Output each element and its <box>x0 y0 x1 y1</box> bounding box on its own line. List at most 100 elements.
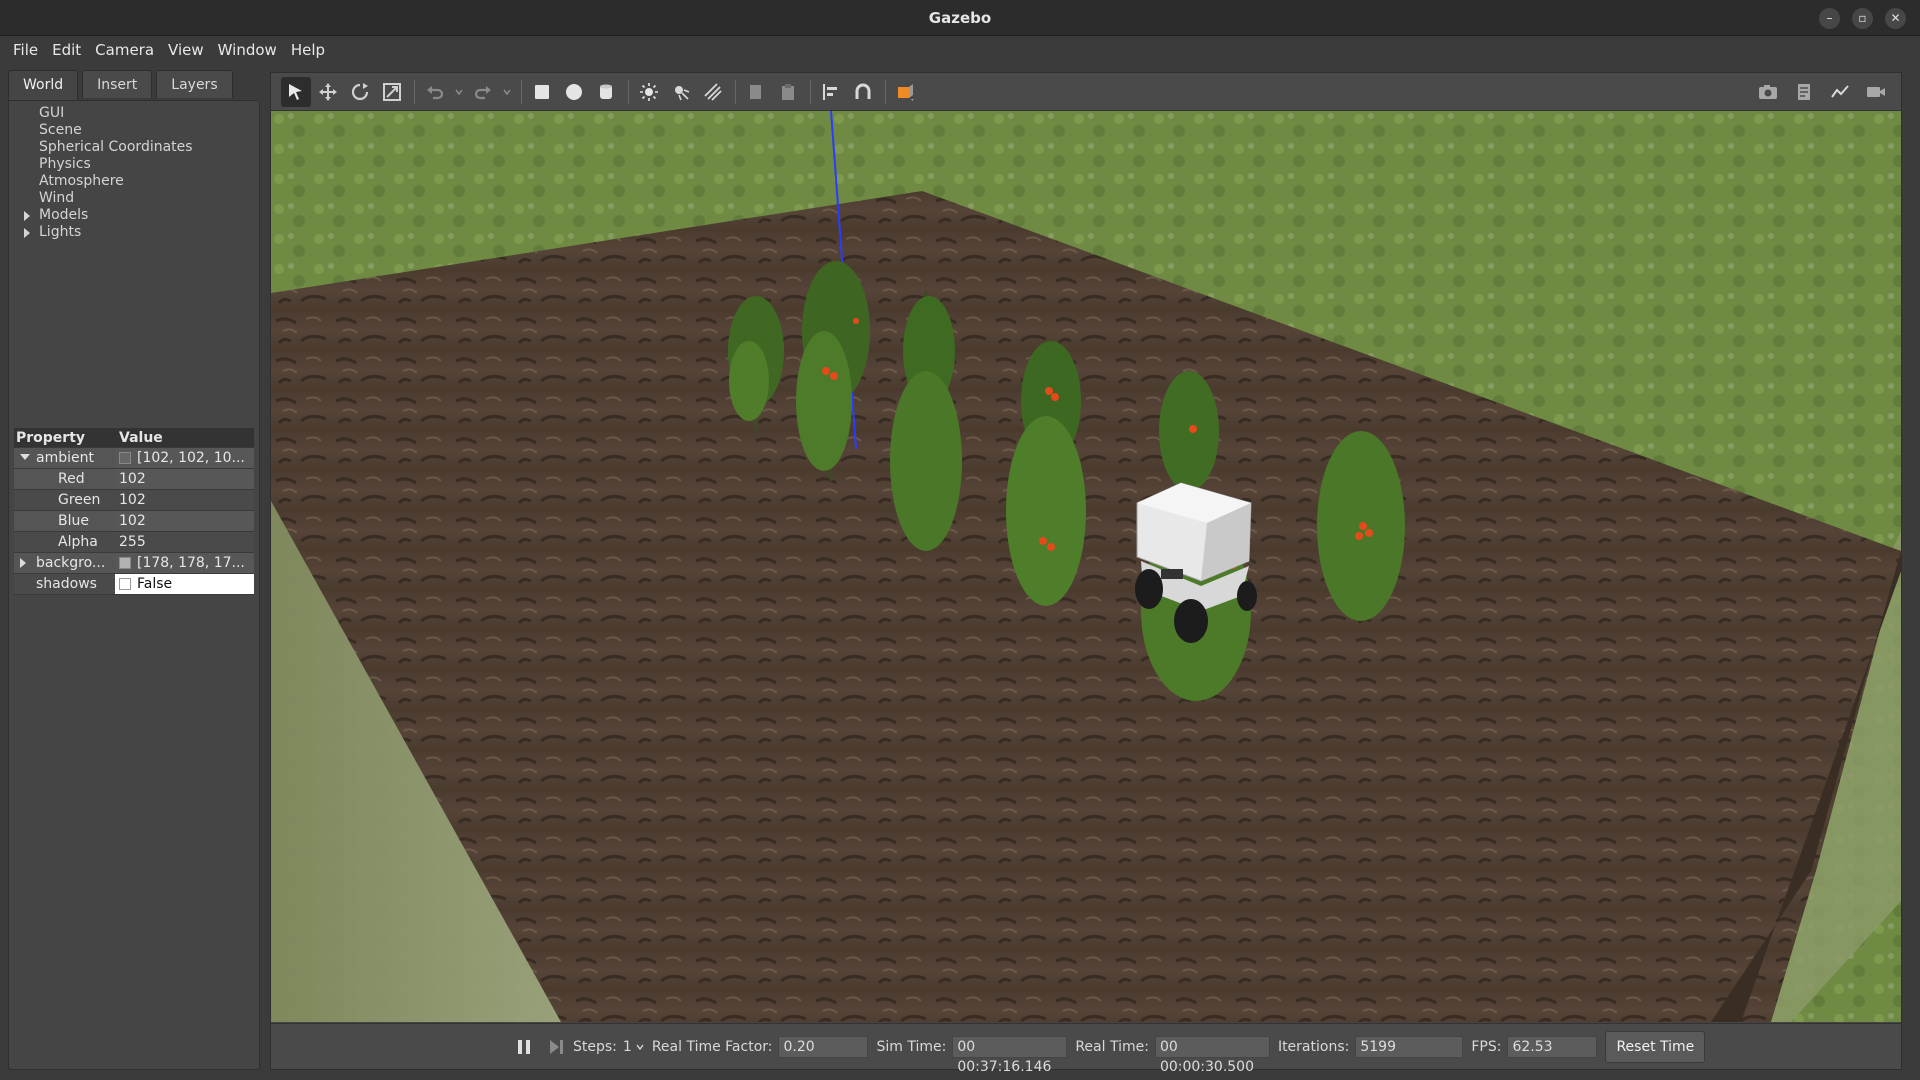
world-tree: GUI Scene Spherical Coordinates Physics … <box>9 101 259 241</box>
align-button[interactable] <box>816 77 846 107</box>
directional-light-button[interactable] <box>698 77 728 107</box>
pause-icon <box>518 1039 530 1054</box>
menu-help[interactable]: Help <box>284 41 332 59</box>
close-button[interactable]: ✕ <box>1885 8 1906 29</box>
tab-insert[interactable]: Insert <box>82 70 153 98</box>
steps-spinbox[interactable]: 1 <box>623 1039 644 1055</box>
scene-render <box>271 111 1901 1022</box>
copy-icon <box>750 84 761 99</box>
minimize-button[interactable]: – <box>1819 8 1840 29</box>
menu-camera[interactable]: Camera <box>88 41 161 59</box>
box-shape-button[interactable] <box>527 77 557 107</box>
log-button[interactable] <box>1789 77 1819 107</box>
menu-view[interactable]: View <box>161 41 211 59</box>
tree-item-lights[interactable]: Lights <box>9 224 259 241</box>
tree-item-gui[interactable]: GUI <box>9 105 259 122</box>
window-title: Gazebo <box>928 9 992 27</box>
align-icon <box>823 83 837 100</box>
cylinder-icon <box>600 84 612 99</box>
sim-time-value: 00 00:37:16.146 <box>952 1035 1068 1075</box>
3d-viewport[interactable] <box>271 111 1901 1022</box>
property-header: Property Value <box>14 428 254 448</box>
directional-light-icon <box>704 82 722 101</box>
title-bar: Gazebo – ▫ ✕ <box>0 0 1920 36</box>
pause-button[interactable] <box>509 1032 539 1062</box>
redo-button[interactable] <box>468 77 498 107</box>
tab-world[interactable]: World <box>8 70 79 100</box>
collapse-arrow-icon[interactable] <box>20 454 30 460</box>
sun-icon <box>640 82 658 101</box>
expand-arrow-icon[interactable] <box>24 228 30 238</box>
paste-button[interactable] <box>773 77 803 107</box>
tree-item-physics[interactable]: Physics <box>9 156 259 173</box>
property-table: Property Value ambient [102, 102, 10... … <box>14 428 254 595</box>
status-bar: Steps: 1 Real Time Factor: 0.20 Sim Time… <box>271 1023 1901 1075</box>
chevron-down-icon <box>455 89 463 95</box>
cursor-arrow-icon <box>289 83 302 100</box>
expand-arrow-icon[interactable] <box>24 211 30 221</box>
property-row-red[interactable]: Red 102 <box>14 469 254 490</box>
iterations-field: Iterations: 5199 <box>1278 1035 1464 1058</box>
tree-item-wind[interactable]: Wind <box>9 190 259 207</box>
render-window: Steps: 1 Real Time Factor: 0.20 Sim Time… <box>270 72 1902 1075</box>
move-arrows-icon <box>319 82 337 101</box>
tree-item-models[interactable]: Models <box>9 207 259 224</box>
video-camera-icon <box>1867 87 1885 97</box>
property-row-blue[interactable]: Blue 102 <box>14 511 254 532</box>
copy-button[interactable] <box>741 77 771 107</box>
header-property: Property <box>14 428 115 447</box>
header-value: Value <box>115 428 254 447</box>
undo-icon <box>427 85 444 99</box>
screenshot-button[interactable] <box>1753 77 1783 107</box>
menu-edit[interactable]: Edit <box>45 41 88 59</box>
sphere-shape-button[interactable] <box>559 77 589 107</box>
select-mode-button[interactable] <box>281 76 311 107</box>
undo-history-dropdown[interactable] <box>452 77 466 107</box>
property-row-background[interactable]: backgro... [178, 178, 17... <box>14 553 254 574</box>
shadows-checkbox[interactable] <box>119 578 131 590</box>
redo-history-dropdown[interactable] <box>500 77 514 107</box>
step-button[interactable] <box>541 1032 571 1062</box>
reset-time-button[interactable]: Reset Time <box>1605 1030 1706 1063</box>
expand-arrow-icon[interactable] <box>20 558 26 568</box>
point-light-button[interactable] <box>634 77 664 107</box>
fps-field: FPS: 62.53 <box>1471 1035 1598 1058</box>
plot-line-icon <box>1831 85 1849 98</box>
rotate-icon <box>351 82 369 100</box>
chevron-down-icon <box>636 1044 644 1050</box>
steps-field: Steps: 1 <box>573 1039 644 1055</box>
tree-item-scene[interactable]: Scene <box>9 122 259 139</box>
spotlight-icon <box>675 85 690 100</box>
color-swatch <box>119 557 131 569</box>
tab-layers[interactable]: Layers <box>156 70 233 98</box>
rotate-mode-button[interactable] <box>345 77 375 107</box>
menu-file[interactable]: File <box>6 41 45 59</box>
maximize-button[interactable]: ▫ <box>1852 8 1873 29</box>
real-time-value: 00 00:00:30.500 <box>1154 1035 1270 1075</box>
snap-button[interactable] <box>848 77 878 107</box>
paste-icon <box>782 83 794 100</box>
property-row-green[interactable]: Green 102 <box>14 490 254 511</box>
property-row-shadows[interactable]: shadows False <box>14 574 254 595</box>
plot-button[interactable] <box>1825 77 1855 107</box>
panel-tabs: World Insert Layers <box>8 70 260 100</box>
cylinder-shape-button[interactable] <box>591 77 621 107</box>
menu-window[interactable]: Window <box>211 41 284 59</box>
step-forward-icon <box>550 1039 563 1054</box>
log-record-icon <box>1798 84 1810 100</box>
left-panel: World Insert Layers GUI Scene Spherical … <box>8 70 260 1070</box>
cube-icon <box>535 84 549 99</box>
spot-light-button[interactable] <box>666 77 696 107</box>
tree-item-atmosphere[interactable]: Atmosphere <box>9 173 259 190</box>
translate-mode-button[interactable] <box>313 77 343 107</box>
tree-item-spherical-coordinates[interactable]: Spherical Coordinates <box>9 139 259 156</box>
property-row-ambient[interactable]: ambient [102, 102, 10... <box>14 448 254 469</box>
undo-button[interactable] <box>420 77 450 107</box>
change-view-angle-button[interactable] <box>891 77 921 107</box>
iterations-value: 5199 <box>1355 1035 1464 1058</box>
real-time-factor-field: Real Time Factor: 0.20 <box>652 1035 869 1058</box>
sim-time-field: Sim Time: 00 00:37:16.146 <box>876 1035 1068 1075</box>
video-record-button[interactable] <box>1861 77 1891 107</box>
property-row-alpha[interactable]: Alpha 255 <box>14 532 254 553</box>
scale-mode-button[interactable] <box>377 77 407 107</box>
